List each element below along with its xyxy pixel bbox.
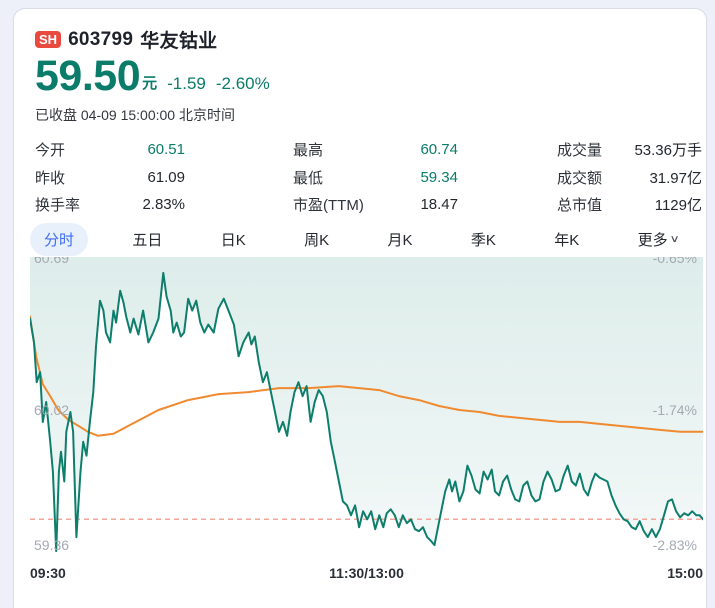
stats-grid: 今开 60.51 昨收 61.09 换手率 2.83% 最高 60.74 最低 … (14, 136, 706, 220)
time-label-open: 09:30 (30, 565, 66, 581)
stats-column-1: 今开 60.51 昨收 61.09 换手率 2.83% (35, 136, 185, 219)
tab-more[interactable]: 更多 ∨ (624, 223, 692, 256)
stat-open: 今开 60.51 (35, 136, 185, 164)
stats-column-3: 成交量 53.36万手 成交额 31.97亿 总市值 1129亿 (557, 136, 702, 219)
stat-low: 最低 59.34 (293, 164, 458, 192)
price-change-percent: -2.60% (216, 74, 270, 94)
chart-canvas[interactable] (30, 257, 703, 559)
time-axis: 11:30/13:00 09:30 15:00 (30, 565, 703, 585)
tab-five-day[interactable]: 五日 (118, 223, 176, 256)
price-change: -1.59 (167, 74, 206, 94)
chart-period-tabs: 分时 五日 日K 周K 月K 季K 年K 更多 ∨ (30, 223, 692, 255)
stat-prev-close: 昨收 61.09 (35, 164, 185, 192)
tab-weekly-k[interactable]: 周K (290, 223, 343, 256)
stat-turnover-rate: 换手率 2.83% (35, 191, 185, 219)
intraday-chart[interactable]: 60.69 -0.65% 60.02 -1.74% 59.36 -2.83% (30, 257, 703, 559)
price-row: 59.50 元 -1.59 -2.60% (35, 55, 270, 98)
stat-market-cap: 总市值 1129亿 (557, 191, 702, 219)
chevron-down-icon: ∨ (669, 234, 679, 245)
current-price: 59.50 (35, 55, 140, 98)
stock-code: 603799 (68, 29, 133, 51)
stat-volume: 成交量 53.36万手 (557, 136, 702, 164)
time-label-close: 15:00 (667, 565, 703, 581)
stats-column-2: 最高 60.74 最低 59.34 市盈(TTM) 18.47 (293, 136, 458, 219)
stock-card: SH 603799 华友钴业 59.50 元 -1.59 -2.60% 已收盘 … (13, 8, 707, 608)
tab-monthly-k[interactable]: 月K (374, 223, 427, 256)
stat-high: 最高 60.74 (293, 136, 458, 164)
currency-unit: 元 (142, 72, 157, 93)
tab-yearly-k[interactable]: 年K (540, 223, 593, 256)
stock-header: SH 603799 华友钴业 (35, 26, 217, 53)
tab-minute[interactable]: 分时 (30, 223, 88, 256)
stat-pe-ttm: 市盈(TTM) 18.47 (293, 191, 458, 219)
stat-amount: 成交额 31.97亿 (557, 164, 702, 192)
tab-daily-k[interactable]: 日K (207, 223, 260, 256)
exchange-badge: SH (35, 31, 61, 48)
stock-name: 华友钴业 (140, 26, 217, 53)
time-label-midday: 11:30/13:00 (30, 565, 703, 581)
tab-quarterly-k[interactable]: 季K (457, 223, 510, 256)
market-status: 已收盘 04-09 15:00:00 北京时间 (35, 105, 235, 125)
